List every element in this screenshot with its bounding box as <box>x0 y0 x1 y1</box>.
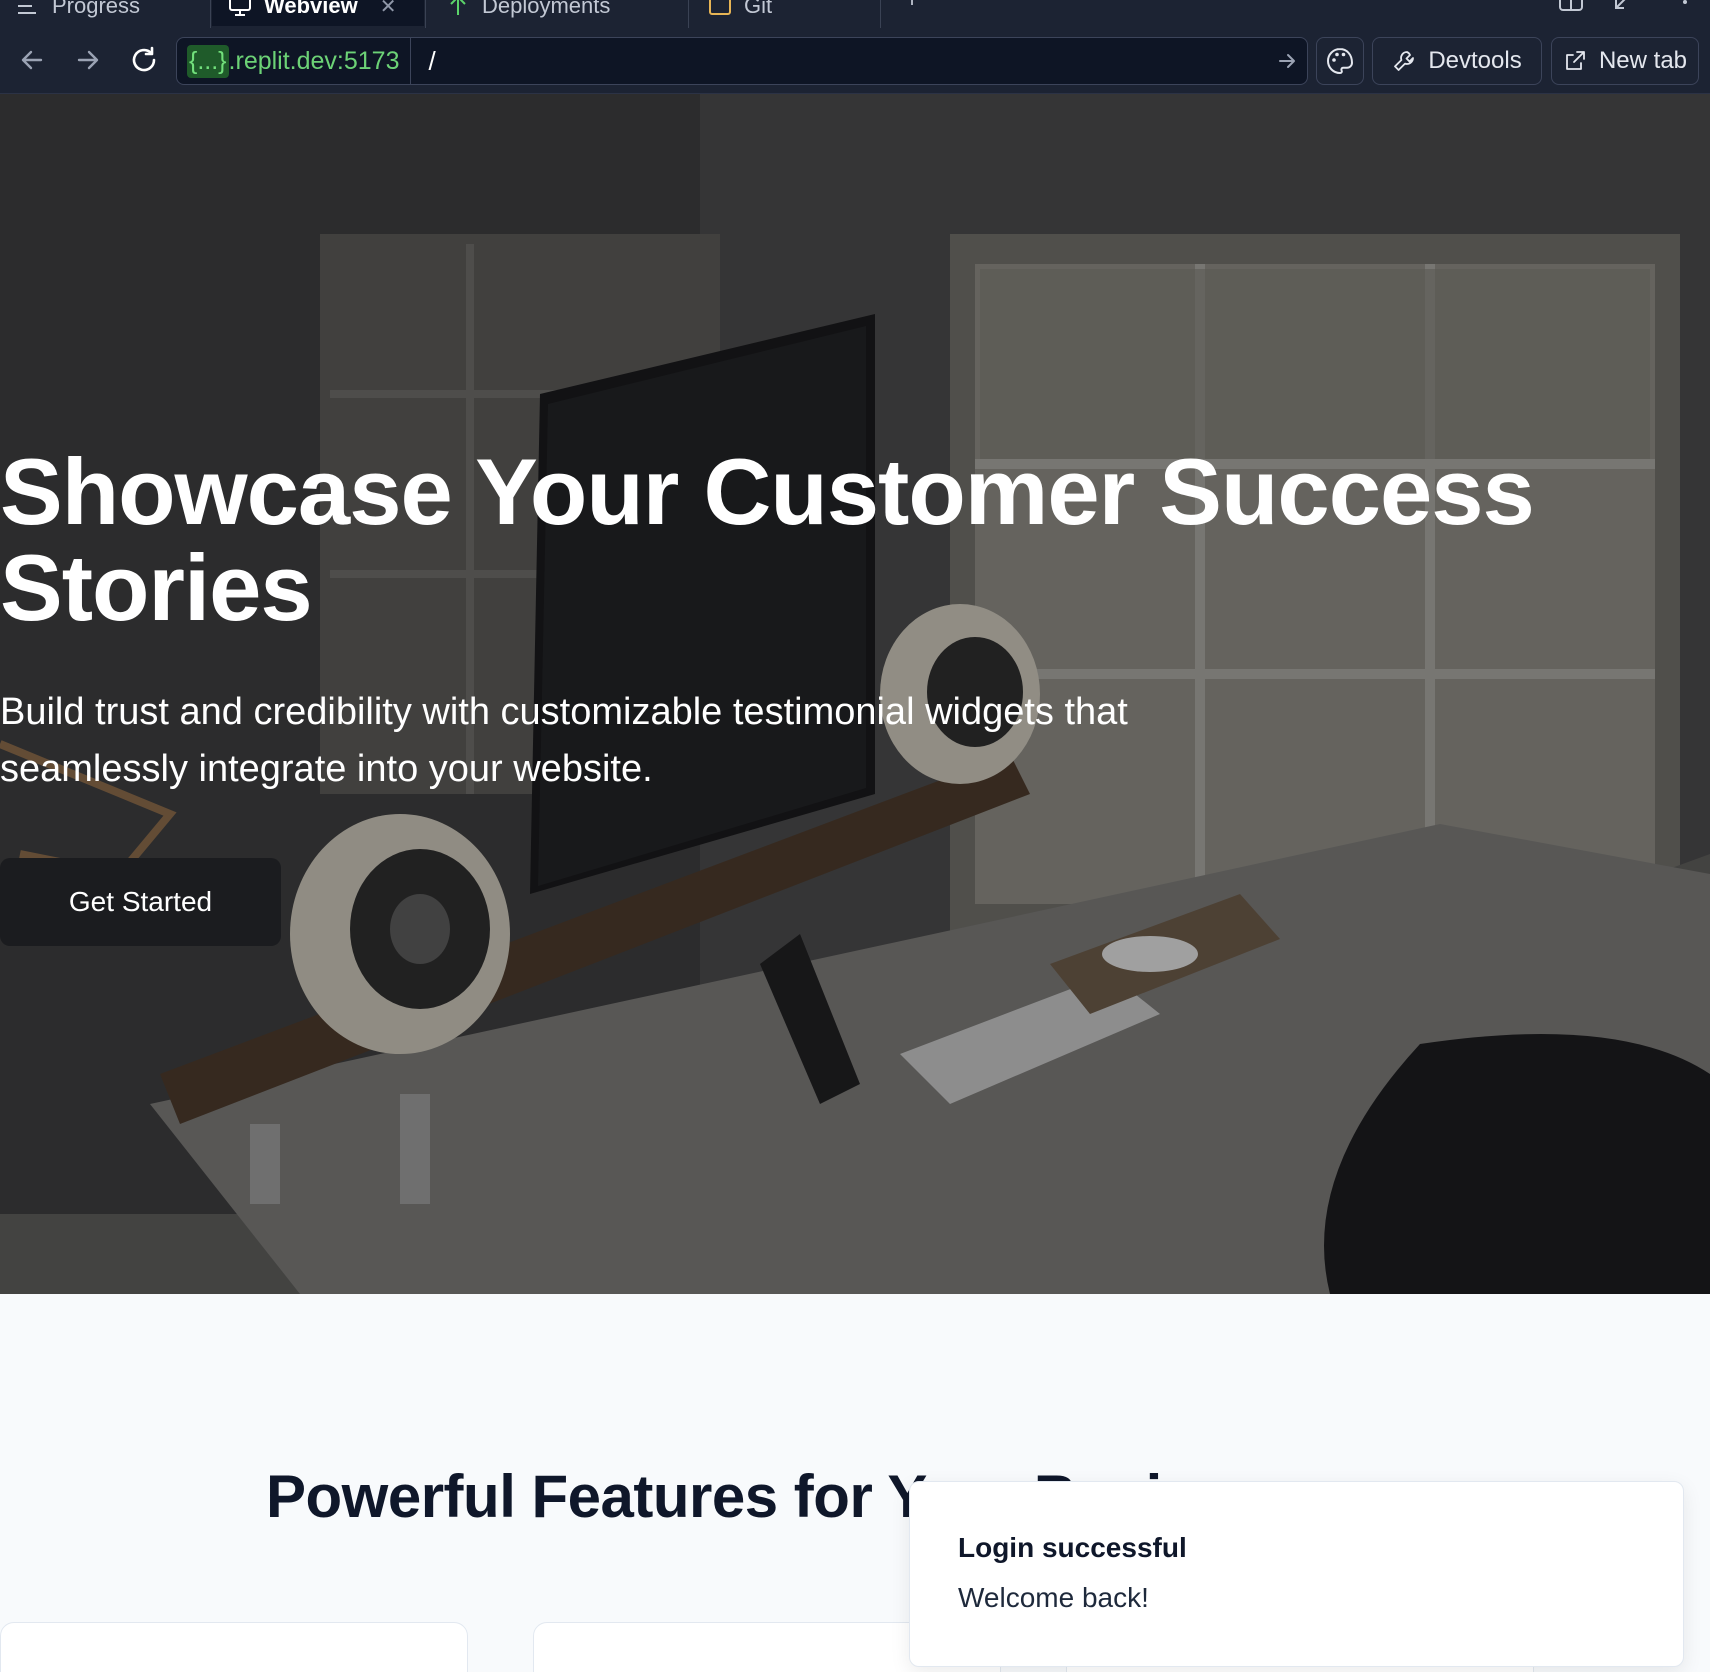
reload-icon <box>132 46 156 72</box>
toast-notification[interactable]: Login successful Welcome back! <box>909 1481 1684 1667</box>
url-host-suffix: .replit.dev:5173 <box>228 46 400 75</box>
more-options-icon[interactable] <box>1672 0 1698 12</box>
tab-label: Deployments <box>482 0 611 18</box>
tab-divider <box>880 0 881 28</box>
url-bar: {...} .replit.dev:5173 / Devtools New ta… <box>0 28 1710 94</box>
devtools-button[interactable]: Devtools <box>1372 37 1542 85</box>
hero-section: Showcase Your Customer Success Stories B… <box>0 94 1710 1294</box>
tab-deployments[interactable]: Deployments <box>430 0 626 26</box>
expand-icon[interactable] <box>1612 0 1638 12</box>
arrow-left-icon <box>21 50 43 70</box>
external-link-icon <box>1566 51 1585 70</box>
arrow-right-icon <box>77 50 99 70</box>
tab-strip: Progress Webview ✕ Deployments Git + <box>0 0 1710 28</box>
tab-divider <box>425 0 426 28</box>
tab-git[interactable]: Git <box>692 0 788 26</box>
theme-button[interactable] <box>1316 37 1364 85</box>
tab-progress[interactable]: Progress <box>0 0 156 26</box>
url-host-braces: {...} <box>187 44 229 78</box>
deploy-icon <box>446 0 470 17</box>
go-button[interactable] <box>1267 38 1307 84</box>
terminal-icon <box>708 0 732 17</box>
address-bar[interactable]: {...} .replit.dev:5173 / <box>176 37 1308 85</box>
new-tab-button[interactable]: New tab <box>1551 37 1699 85</box>
toast-message: Welcome back! <box>958 1582 1149 1613</box>
back-button[interactable] <box>14 42 50 78</box>
hero-subtitle: Build trust and credibility with customi… <box>0 691 1128 790</box>
tab-label: Progress <box>52 0 141 18</box>
url-host: {...} .replit.dev:5173 <box>177 38 411 84</box>
arrow-right-icon <box>1279 54 1295 68</box>
palette-icon <box>1327 47 1354 75</box>
close-icon[interactable]: ✕ <box>380 0 397 19</box>
new-tab-plus-icon[interactable]: + <box>905 0 919 14</box>
app-window: Progress Webview ✕ Deployments Git + <box>0 0 1710 1672</box>
url-path-input[interactable]: / <box>411 46 1268 77</box>
tab-divider <box>688 0 689 28</box>
devtools-label: Devtools <box>1428 47 1522 74</box>
split-pane-icon[interactable] <box>1558 0 1584 12</box>
tab-label: Git <box>744 0 773 18</box>
tab-divider <box>210 0 211 28</box>
wrench-icon <box>1394 51 1415 71</box>
new-tab-label: New tab <box>1598 47 1688 74</box>
tab-label: Webview <box>264 0 358 18</box>
get-started-button[interactable]: Get Started <box>0 858 281 946</box>
reload-button[interactable] <box>126 42 162 78</box>
forward-button[interactable] <box>70 42 106 78</box>
tab-webview[interactable]: Webview ✕ <box>212 0 424 26</box>
toast-title: Login successful <box>958 1532 1187 1563</box>
feature-card <box>0 1622 468 1672</box>
hero-title: Showcase Your Customer Success Stories <box>0 439 1535 640</box>
monitor-icon <box>228 0 252 17</box>
progress-icon <box>16 0 40 17</box>
